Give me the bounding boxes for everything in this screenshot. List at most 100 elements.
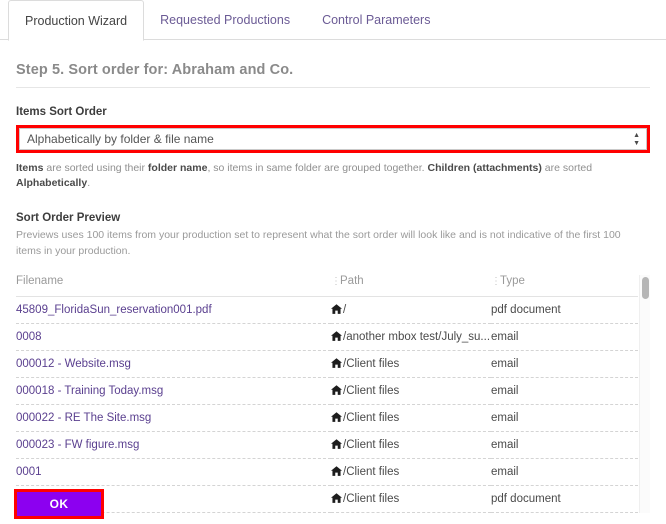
- tab-control-parameters[interactable]: Control Parameters: [306, 0, 446, 40]
- filename-link[interactable]: 000012 - Website.msg: [16, 358, 131, 370]
- items-sort-order-help: Items are sorted using their folder name…: [16, 161, 650, 190]
- tab-bar: Production Wizard Requested Productions …: [0, 0, 666, 41]
- filename-link[interactable]: 000022 - RE The Site.msg: [16, 412, 151, 424]
- tab-requested-productions[interactable]: Requested Productions: [144, 0, 306, 40]
- column-header-path-label: Path: [340, 274, 364, 287]
- main-content: Step 5. Sort order for: Abraham and Co. …: [0, 40, 666, 513]
- cell-path: /Client files: [331, 404, 491, 432]
- sort-order-preview-title: Sort Order Preview: [16, 212, 121, 225]
- path-text: /Client files: [343, 466, 400, 479]
- items-sort-order-label: Items Sort Order: [16, 106, 107, 118]
- table-row: 0008/another mbox test/July_su... email: [16, 323, 638, 351]
- home-icon: [331, 439, 342, 450]
- cell-type: email: [491, 458, 638, 486]
- table-row: 000018 - Training Today.msg/Client files…: [16, 377, 638, 405]
- cell-type: email: [491, 350, 638, 378]
- path-text: /Client files: [343, 493, 400, 506]
- cell-filename: 000012 - Website.msg: [16, 350, 331, 378]
- tab-label: Control Parameters: [322, 13, 431, 27]
- path-text: /Client files: [343, 358, 400, 371]
- column-header-filename[interactable]: Filename: [16, 274, 331, 297]
- table-row: 0001/Client files email: [16, 458, 638, 486]
- scrollbar-thumb[interactable]: [642, 276, 649, 299]
- cell-filename: 000023 - FW figure.msg: [16, 431, 331, 459]
- ok-button[interactable]: OK: [17, 492, 101, 516]
- cell-path: /: [331, 296, 491, 324]
- help-text-4: , so items in same folder are grouped to…: [207, 162, 428, 174]
- preview-table-wrapper: Filename ⋮Path ⋮Type 45809_FloridaSun_re…: [16, 274, 650, 513]
- help-bold-items: Items: [16, 162, 44, 174]
- cell-type: email: [491, 431, 638, 459]
- preview-table-scrollbar[interactable]: [639, 274, 650, 513]
- path-text: /Client files: [343, 439, 400, 452]
- table-row: 000023 - FW figure.msg/Client files email: [16, 431, 638, 459]
- help-text-2: are sorted using their: [43, 162, 148, 174]
- page-title: Step 5. Sort order for: Abraham and Co.: [16, 62, 294, 78]
- cell-path: /Client files: [331, 458, 491, 486]
- path-text: /Client files: [343, 385, 400, 398]
- cell-type: email: [491, 323, 638, 351]
- path-text: /Client files: [343, 412, 400, 425]
- help-text-6: are sorted: [541, 162, 593, 174]
- help-bold-children: Children (attachments): [427, 162, 542, 174]
- filename-link[interactable]: 45809_FloridaSun_reservation001.pdf: [16, 304, 212, 316]
- chevron-down-glyph: ▼: [633, 140, 640, 147]
- tab-list: Production Wizard Requested Productions …: [0, 0, 666, 41]
- cell-type: pdf document: [491, 485, 638, 513]
- cell-type: email: [491, 377, 638, 405]
- table-row: 000022 - RE The Site.msg/Client files ema…: [16, 404, 638, 432]
- home-icon: [331, 358, 342, 369]
- cell-path: /Client files: [331, 485, 491, 513]
- column-header-path[interactable]: ⋮Path: [331, 274, 491, 297]
- cell-filename: 0008: [16, 323, 331, 351]
- home-icon: [331, 331, 342, 342]
- column-header-type-label: Type: [500, 274, 525, 287]
- table-row: 0001_review.pdf/Client filespdf document: [16, 485, 638, 513]
- cell-filename: 000022 - RE The Site.msg: [16, 404, 331, 432]
- cell-type: pdf document: [491, 296, 638, 324]
- path-text: /another mbox test/July_su...: [343, 331, 491, 344]
- help-bold-alphabetically: Alphabetically: [16, 176, 88, 189]
- filename-link[interactable]: 000023 - FW figure.msg: [16, 439, 139, 451]
- filename-link[interactable]: 0008: [16, 331, 42, 343]
- cell-path: /another mbox test/July_su...: [331, 323, 491, 351]
- preview-table-head: Filename ⋮Path ⋮Type: [16, 274, 638, 297]
- table-row: 000012 - Website.msg/Client files email: [16, 350, 638, 378]
- home-icon: [331, 493, 342, 504]
- path-text: /: [343, 304, 347, 317]
- home-icon: [331, 385, 342, 396]
- items-sort-order-select[interactable]: Alphabetically by folder & file name ▲ ▼: [19, 128, 647, 150]
- help-text-8: .: [87, 176, 91, 189]
- column-header-filename-label: Filename: [16, 274, 64, 287]
- chevron-up-glyph: ▲: [633, 132, 640, 139]
- cell-path: /Client files: [331, 431, 491, 459]
- cell-filename: 45809_FloridaSun_reservation001.pdf: [16, 296, 331, 324]
- home-icon: [331, 304, 342, 315]
- column-header-type[interactable]: ⋮Type: [491, 274, 638, 297]
- ok-button-highlight: OK: [14, 489, 104, 519]
- home-icon: [331, 412, 342, 423]
- table-row: 45809_FloridaSun_reservation001.pdf / pdf …: [16, 296, 638, 324]
- column-resize-handle-icon[interactable]: ⋮: [491, 276, 501, 287]
- column-resize-handle-icon[interactable]: ⋮: [331, 276, 341, 287]
- preview-table-body: 45809_FloridaSun_reservation001.pdf / pdf …: [16, 296, 638, 513]
- cell-path: /Client files: [331, 350, 491, 378]
- tab-label: Production Wizard: [25, 13, 128, 28]
- help-bold-folder-name: folder name: [147, 162, 208, 174]
- cell-filename: 0001: [16, 458, 331, 486]
- tab-label: Requested Productions: [160, 13, 291, 27]
- chevron-updown-icon[interactable]: ▲ ▼: [633, 132, 640, 147]
- filename-link[interactable]: 0001: [16, 466, 42, 478]
- cell-path: /Client files: [331, 377, 491, 405]
- table-header-row: Filename ⋮Path ⋮Type: [16, 274, 638, 297]
- items-sort-order-highlight: Alphabetically by folder & file name ▲ ▼: [16, 125, 650, 153]
- home-icon: [331, 466, 342, 477]
- cell-filename: 000018 - Training Today.msg: [16, 377, 331, 405]
- tab-production-wizard[interactable]: Production Wizard: [8, 0, 145, 41]
- preview-table: Filename ⋮Path ⋮Type 45809_FloridaSun_re…: [16, 274, 638, 513]
- filename-link[interactable]: 000018 - Training Today.msg: [16, 385, 163, 397]
- title-divider: [16, 87, 650, 88]
- sort-order-preview-description: Previews uses 100 items from your produc…: [16, 229, 621, 257]
- items-sort-order-value: Alphabetically by folder & file name: [27, 132, 214, 146]
- cell-type: email: [491, 404, 638, 432]
